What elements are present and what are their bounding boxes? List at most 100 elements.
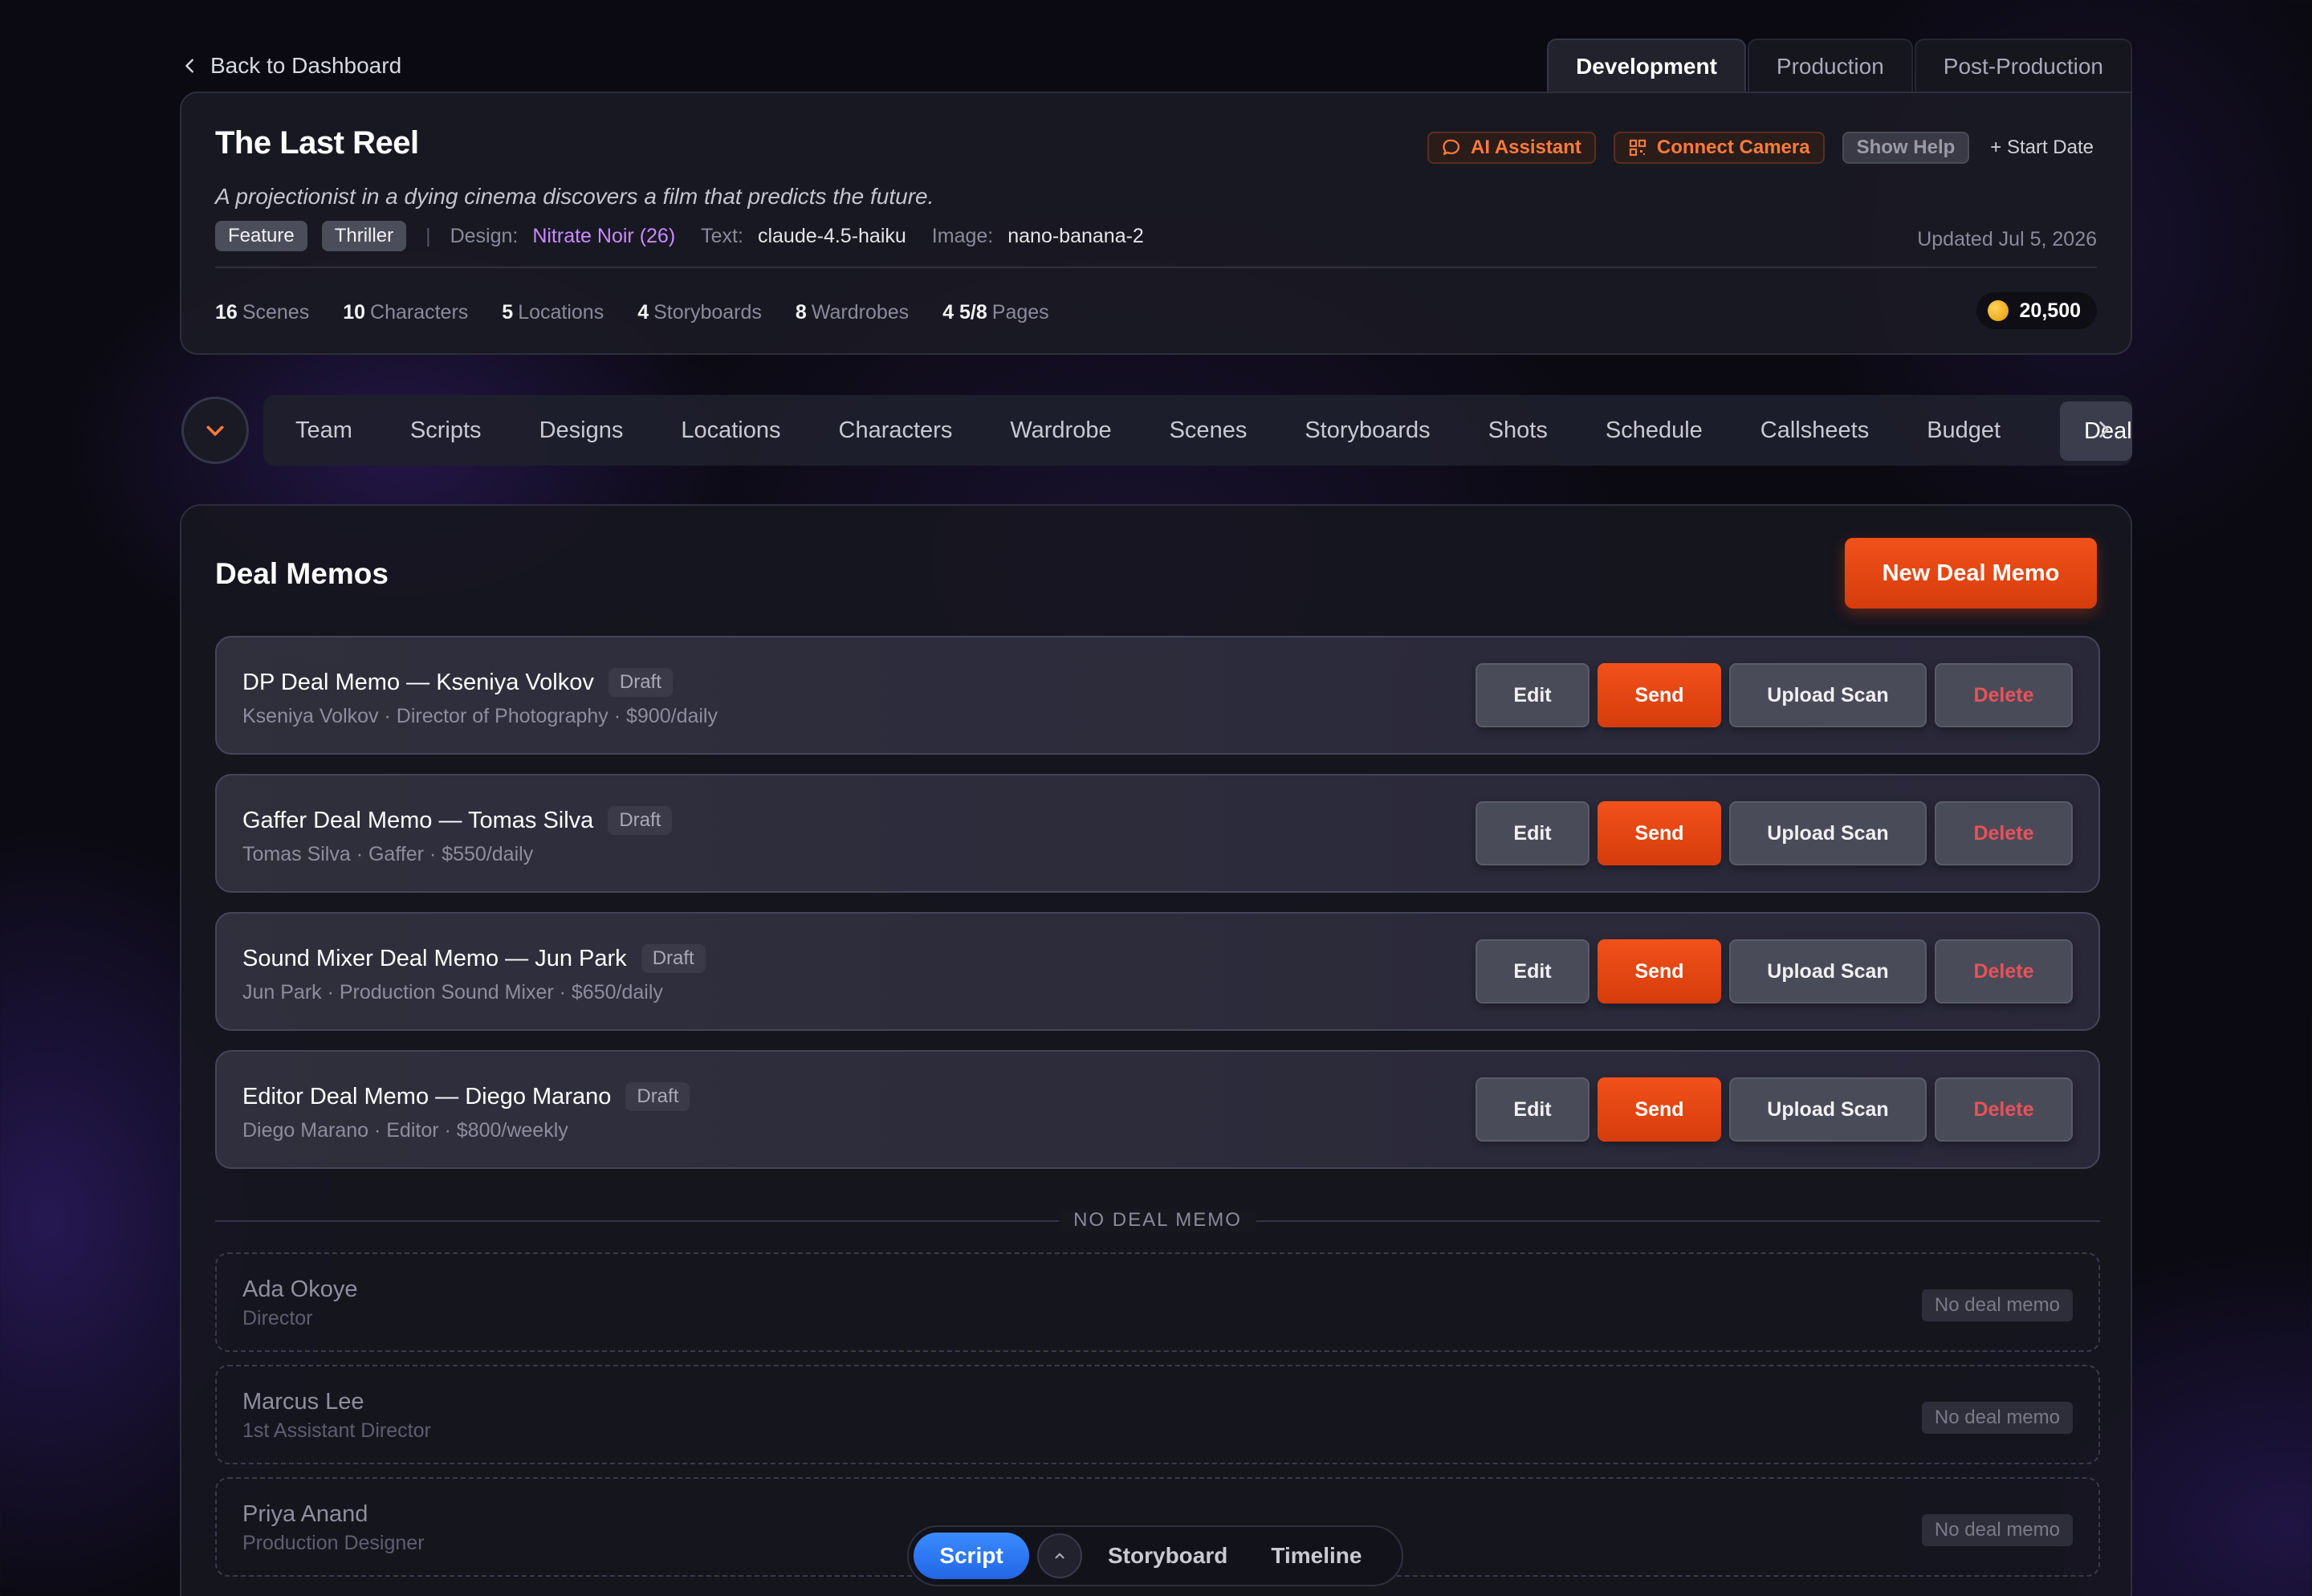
nav-scenes[interactable]: Scenes <box>1170 417 1276 444</box>
text-model-label: Text: <box>701 224 743 247</box>
memo-actions: Edit Send Upload Scan Delete <box>1476 663 2073 727</box>
image-model-label: Image: <box>931 224 994 247</box>
tab-development[interactable]: Development <box>1547 39 1746 93</box>
no-deal-memo-divider: NO DEAL MEMO <box>215 1209 2100 1233</box>
deal-memo-card[interactable]: Sound Mixer Deal Memo — Jun Park Draft J… <box>215 912 2100 1031</box>
stat-scenes: 16 Scenes <box>215 300 310 324</box>
nav-wardrobe[interactable]: Wardrobe <box>1010 417 1140 444</box>
send-button[interactable]: Send <box>1598 801 1721 865</box>
divider-label: NO DEAL MEMO <box>1059 1209 1256 1232</box>
edit-button[interactable]: Edit <box>1476 1077 1590 1142</box>
nav-schedule[interactable]: Schedule <box>1606 417 1732 444</box>
text-model-value: claude-4.5-haiku <box>757 224 906 247</box>
status-badge: Draft <box>608 806 673 835</box>
project-header-card: The Last Reel AI Assistant Connect Camer… <box>180 92 2132 355</box>
nav-budget[interactable]: Budget <box>1927 417 2029 444</box>
delete-button[interactable]: Delete <box>1935 801 2073 865</box>
coin-icon <box>1987 300 2009 321</box>
nav-callsheets[interactable]: Callsheets <box>1760 417 1898 444</box>
nav-designs[interactable]: Designs <box>539 417 653 444</box>
delete-button[interactable]: Delete <box>1935 663 2073 727</box>
show-help-button[interactable]: Show Help <box>1842 132 1970 164</box>
project-stats: 16 Scenes 10 Characters 5 Locations 4 Storyb… <box>215 267 2097 356</box>
no-deal-memo-badge: No deal memo <box>1921 1514 2073 1546</box>
stat-pages: 4 5/8 Pages <box>942 300 1049 324</box>
nav-storyboards[interactable]: Storyboards <box>1305 417 1459 444</box>
qr-code-icon <box>1629 139 1646 157</box>
memo-subtitle: Kseniya Volkov · Director of Photography… <box>242 705 718 727</box>
status-badge: Draft <box>641 944 706 973</box>
chevron-down-icon <box>206 425 224 436</box>
memo-title-row: DP Deal Memo — Kseniya Volkov Draft <box>242 668 673 697</box>
new-deal-memo-button[interactable]: New Deal Memo <box>1845 538 2097 609</box>
chevron-right-icon[interactable] <box>2094 419 2115 440</box>
stat-wardrobes: 8 Wardrobes <box>795 300 910 324</box>
ai-assistant-button[interactable]: AI Assistant <box>1427 132 1596 164</box>
credits-balance: 20,500 <box>1976 292 2097 329</box>
crew-role: 1st Assistant Director <box>242 1419 431 1442</box>
memo-title: Editor Deal Memo — Diego Marano <box>242 1083 612 1109</box>
design-label: Design: <box>450 224 519 247</box>
status-badge: Draft <box>625 1082 690 1111</box>
nav-team[interactable]: Team <box>295 417 381 444</box>
tab-post-production[interactable]: Post-Production <box>1914 39 2132 93</box>
connect-camera-button[interactable]: Connect Camera <box>1613 132 1825 164</box>
crew-role: Director <box>242 1307 313 1329</box>
upload-scan-button[interactable]: Upload Scan <box>1729 939 1927 1004</box>
genre-tag-feature: Feature <box>215 221 307 251</box>
chevron-up-icon <box>1055 1553 1064 1559</box>
upload-scan-button[interactable]: Upload Scan <box>1729 1077 1927 1142</box>
delete-button[interactable]: Delete <box>1935 939 2073 1004</box>
memo-title: Sound Mixer Deal Memo — Jun Park <box>242 945 627 971</box>
view-timeline-button[interactable]: Timeline <box>1253 1543 1379 1569</box>
view-storyboard-button[interactable]: Storyboard <box>1090 1543 1245 1569</box>
panel-title: Deal Memos <box>215 557 389 590</box>
image-model-value: nano-banana-2 <box>1007 224 1144 247</box>
crew-role: Production Designer <box>242 1532 425 1554</box>
nav-scripts[interactable]: Scripts <box>410 417 511 444</box>
deal-memo-card[interactable]: Gaffer Deal Memo — Tomas Silva Draft Tom… <box>215 774 2100 893</box>
send-button[interactable]: Send <box>1598 663 1721 727</box>
stat-characters: 10 Characters <box>343 300 469 324</box>
project-meta-row: Feature Thriller | Design: Nitrate Noir … <box>215 221 2097 251</box>
send-button[interactable]: Send <box>1598 939 1721 1004</box>
memo-title-row: Gaffer Deal Memo — Tomas Silva Draft <box>242 806 673 835</box>
genre-tag-thriller: Thriller <box>321 221 407 251</box>
deal-memo-card[interactable]: Editor Deal Memo — Diego Marano Draft Di… <box>215 1050 2100 1169</box>
nav-locations[interactable]: Locations <box>681 417 809 444</box>
stat-locations: 5 Locations <box>502 300 604 324</box>
updated-date: Updated Jul 5, 2026 <box>1917 228 2097 250</box>
ai-assistant-label: AI Assistant <box>1471 136 1581 158</box>
crew-without-memo-card: Ada Okoye Director No deal memo <box>215 1252 2100 1352</box>
send-button[interactable]: Send <box>1598 1077 1721 1142</box>
deal-memo-card[interactable]: DP Deal Memo — Kseniya Volkov Draft Ksen… <box>215 636 2100 755</box>
collapse-toggle-button[interactable] <box>181 397 249 464</box>
tab-production[interactable]: Production <box>1747 39 1913 93</box>
credits-value: 20,500 <box>2019 299 2081 322</box>
crew-name: Priya Anand <box>242 1501 368 1527</box>
meta-separator: | <box>425 224 431 247</box>
upload-scan-button[interactable]: Upload Scan <box>1729 663 1927 727</box>
chevron-left-icon <box>185 59 193 73</box>
status-badge: Draft <box>608 668 673 697</box>
view-script-button[interactable]: Script <box>914 1533 1029 1579</box>
edit-button[interactable]: Edit <box>1476 801 1590 865</box>
crew-name: Marcus Lee <box>242 1389 364 1415</box>
memo-subtitle: Jun Park · Production Sound Mixer · $650… <box>242 981 663 1004</box>
back-to-dashboard-link[interactable]: Back to Dashboard <box>181 53 401 79</box>
back-label: Back to Dashboard <box>210 53 402 78</box>
crew-name: Ada Okoye <box>242 1276 358 1302</box>
delete-button[interactable]: Delete <box>1935 1077 2073 1142</box>
nav-shots[interactable]: Shots <box>1488 417 1577 444</box>
expand-up-button[interactable] <box>1037 1533 1082 1578</box>
deal-memos-panel: Deal Memos New Deal Memo DP Deal Memo — … <box>180 504 2132 1596</box>
edit-button[interactable]: Edit <box>1476 663 1590 727</box>
start-date-button[interactable]: + Start Date <box>1987 132 2097 164</box>
upload-scan-button[interactable]: Upload Scan <box>1729 801 1927 865</box>
view-switcher: Script Storyboard Timeline <box>907 1525 1403 1586</box>
edit-button[interactable]: Edit <box>1476 939 1590 1004</box>
nav-characters[interactable]: Characters <box>839 417 982 444</box>
design-value[interactable]: Nitrate Noir (26) <box>532 225 675 248</box>
memo-subtitle: Diego Marano · Editor · $800/weekly <box>242 1119 568 1142</box>
memo-actions: Edit Send Upload Scan Delete <box>1476 939 2073 1004</box>
